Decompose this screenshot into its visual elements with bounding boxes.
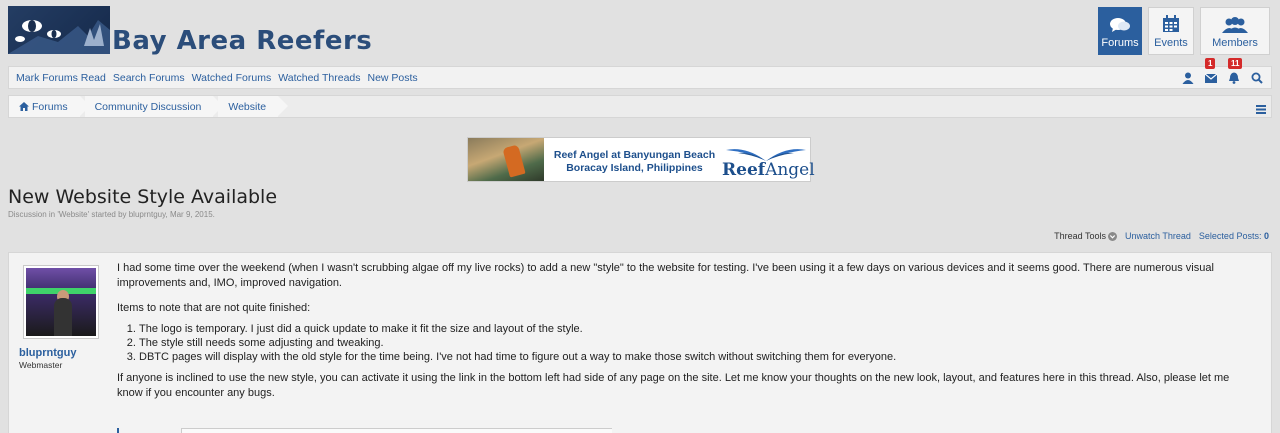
banner-photo [468,138,544,181]
unwatch-thread-link[interactable]: Unwatch Thread [1125,231,1191,241]
thread-title: New Website Style Available [8,186,278,208]
hamburger-menu-icon [1256,105,1266,114]
alerts-icon[interactable]: 11 [1228,58,1243,84]
banner-brand: ReefAngel [722,160,815,180]
breadcrumb-label: Forums [32,100,68,113]
post-paragraph: Items to note that are not quite finishe… [117,302,311,314]
alerts-badge: 11 [1228,58,1243,69]
banner-brand-regular: Angel [765,160,815,180]
thread-meta: Discussion in 'Website' started by blupr… [8,210,215,219]
conversations-badge: 1 [1205,58,1216,69]
post-username[interactable]: bluprntguy [19,347,76,359]
list-item: The logo is temporary. I just did a quic… [139,322,1257,336]
search-forums-link[interactable]: Search Forums [113,72,185,84]
search-icon[interactable] [1251,71,1263,84]
conversations-icon[interactable]: 1 [1204,58,1218,83]
thread-tools-button[interactable]: Thread Tools [1054,231,1118,241]
tab-members[interactable]: Members [1200,7,1270,55]
breadcrumb-forums[interactable]: Forums [9,96,90,117]
quick-nav-bar: Mark Forums Read Search Forums Watched F… [8,58,1272,89]
site-title[interactable]: Bay Area Reefers [112,26,372,56]
post-message: I had some time over the weekend (when I… [117,261,1257,411]
calendar-icon [1163,15,1179,32]
banner-line1: Reef Angel at Banyungan Beach [553,149,716,161]
home-icon [19,102,29,111]
watched-forums-link[interactable]: Watched Forums [192,72,272,84]
banner-line2: Boracay Island, Philippines [566,162,703,174]
breadcrumb-community-discussion[interactable]: Community Discussion [84,96,224,117]
selected-posts-label: Selected Posts: [1198,231,1262,241]
chat-bubbles-icon [1110,18,1130,32]
post-user-title: Webmaster [19,360,63,370]
new-posts-link[interactable]: New Posts [368,72,418,84]
watched-threads-link[interactable]: Watched Threads [278,72,360,84]
post-user-block: bluprntguy Webmaster [17,259,111,419]
avatar[interactable] [23,265,99,339]
mark-forums-read-link[interactable]: Mark Forums Read [16,72,106,84]
users-icon [1222,17,1248,33]
thread-tools-label: Thread Tools [1054,231,1107,241]
post-paragraph: If anyone is inclined to use the new sty… [117,372,1230,399]
banner-brand-bold: Reef [722,160,766,180]
chevron-down-circle-icon [1108,231,1118,241]
list-item: DBTC pages will display with the old sty… [139,350,1257,364]
site-header: Bay Area Reefers Forums Events Members [0,0,1280,62]
tab-label: Events [1154,37,1188,49]
breadcrumb-label: Community Discussion [94,100,202,113]
tab-label: Forums [1101,37,1139,49]
breadcrumb-label: Website [228,100,267,113]
list-item: The style still needs some adjusting and… [139,336,1257,350]
post-paragraph: I had some time over the weekend (when I… [117,262,1214,289]
breadcrumb-menu-button[interactable] [1256,101,1266,119]
ad-banner[interactable]: Reef Angel at Banyungan Beach Boracay Is… [467,137,815,182]
top-tabs: Forums Events Members [1098,7,1270,55]
tab-forums[interactable]: Forums [1098,7,1142,55]
post-list: The logo is temporary. I just did a quic… [139,322,1257,364]
selected-posts-link[interactable]: Selected Posts: 0 [1199,231,1269,241]
banner-text: Reef Angel at Banyungan Beach Boracay Is… [552,149,717,175]
tab-events[interactable]: Events [1148,7,1194,55]
thread-tools-bar: Thread Tools Unwatch Thread Selected Pos… [1054,231,1269,241]
breadcrumb-website[interactable]: Website [218,96,288,117]
site-logo[interactable] [8,6,110,54]
tab-label: Members [1212,37,1258,49]
account-icon[interactable] [1182,71,1194,84]
post-quote-block [117,428,612,433]
breadcrumb: Forums Community Discussion Website [8,95,1272,118]
selected-posts-count: 0 [1263,231,1269,241]
post: bluprntguy Webmaster I had some time ove… [8,252,1272,433]
